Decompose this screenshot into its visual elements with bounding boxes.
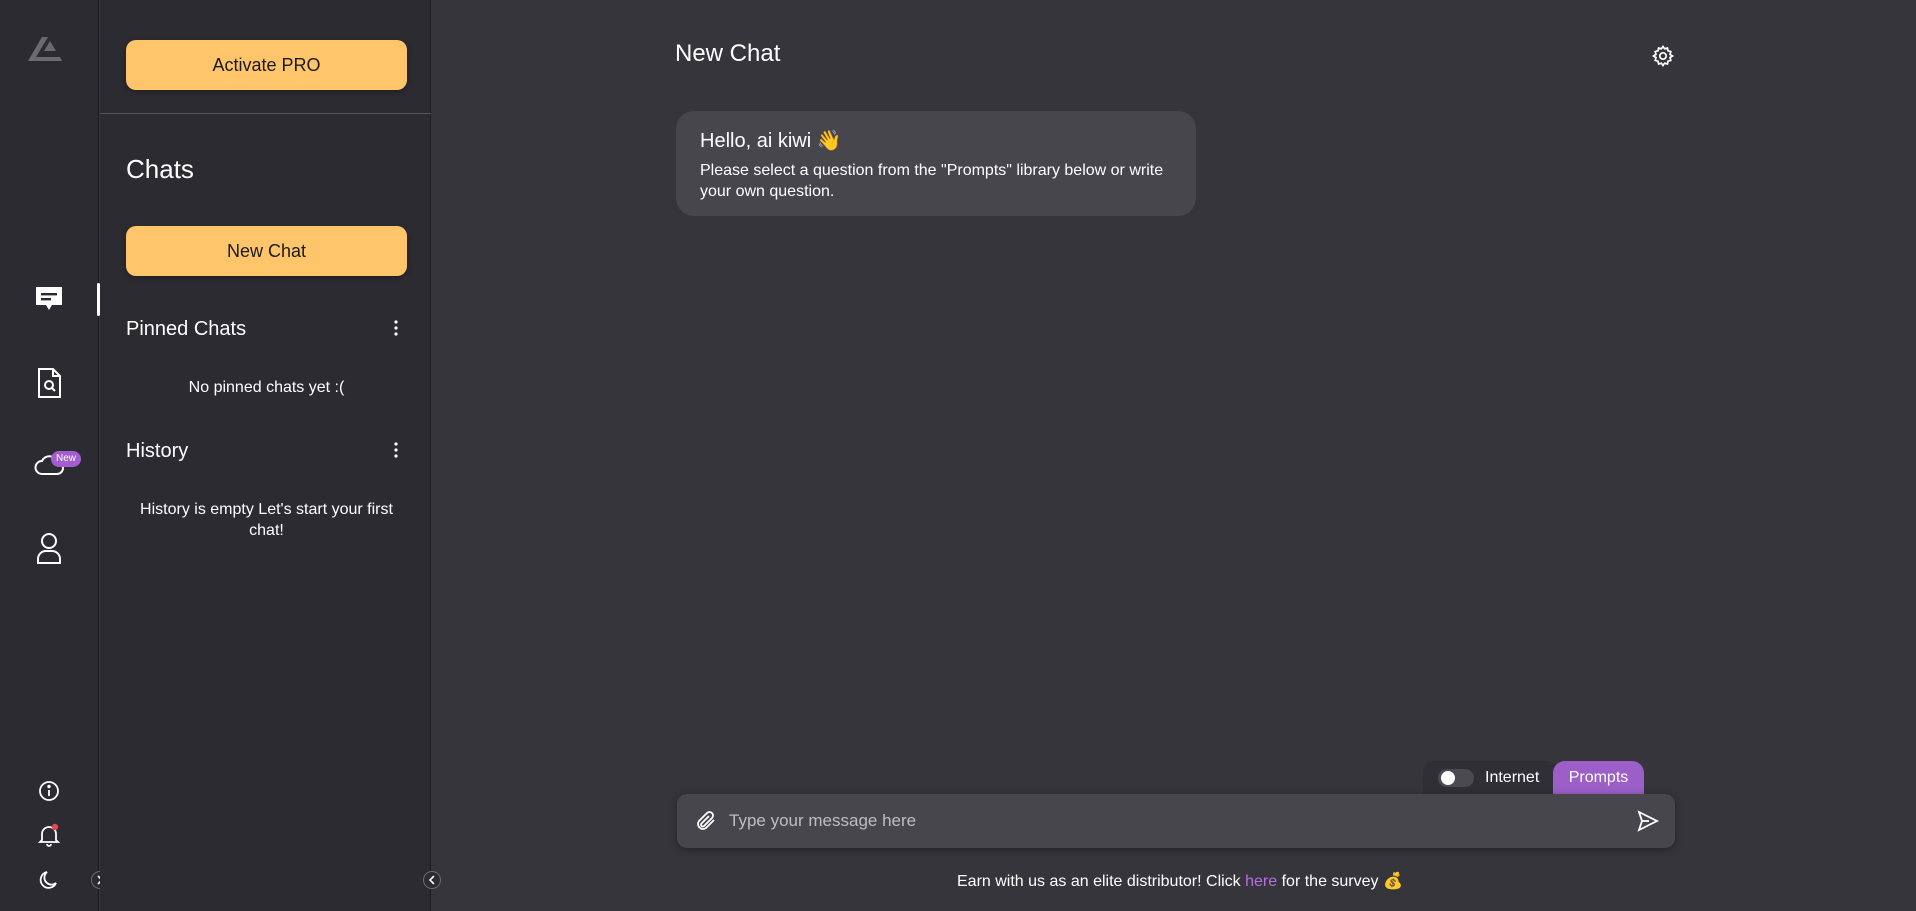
main-panel: New Chat Hello, ai kiwi 👋 Please select … (432, 0, 1916, 911)
pinned-empty-text: No pinned chats yet :( (188, 379, 345, 396)
footer-text-after: for the survey 💰 (1277, 873, 1403, 890)
sidebar-divider (100, 113, 431, 114)
history-empty-text: History is empty Let's start your first … (140, 501, 393, 539)
send-icon[interactable] (1636, 809, 1660, 833)
icon-rail: New (0, 0, 109, 911)
new-chat-button[interactable]: New Chat (126, 226, 407, 276)
paperclip-icon[interactable] (694, 809, 718, 833)
internet-switch[interactable] (1438, 768, 1474, 787)
page-title: New Chat (675, 40, 781, 67)
survey-link[interactable]: here (1245, 873, 1277, 890)
info-icon[interactable] (32, 774, 66, 808)
app-root: New Activate PRO Chats New Chat Pinned C… (0, 0, 1916, 911)
moon-icon[interactable] (32, 863, 66, 897)
internet-toggle[interactable]: Internet (1423, 761, 1558, 794)
gear-icon[interactable] (1651, 44, 1675, 68)
new-badge: New (51, 451, 82, 467)
greeting-text: Hello, ai kiwi 👋 (700, 130, 842, 152)
welcome-message-text: Please select a question from the "Promp… (700, 162, 1164, 200)
prompts-tab[interactable]: Prompts (1553, 761, 1644, 794)
internet-label: Internet (1485, 768, 1540, 786)
bell-icon[interactable] (32, 818, 66, 852)
message-input[interactable] (729, 804, 1609, 838)
chat-sidebar: Activate PRO Chats New Chat Pinned Chats… (100, 0, 431, 911)
history-title: History (126, 440, 189, 462)
user-icon[interactable] (32, 531, 66, 565)
welcome-message-bubble: Hello, ai kiwi 👋 Please select a questio… (676, 111, 1196, 216)
pinned-chats-title: Pinned Chats (126, 318, 247, 340)
chats-title: Chats (126, 154, 194, 184)
chat-icon[interactable] (32, 282, 66, 316)
history-menu-icon[interactable] (388, 440, 404, 460)
footer-text-before: Earn with us as an elite distributor! Cl… (957, 873, 1246, 890)
logo-icon[interactable] (26, 33, 64, 63)
document-search-icon[interactable] (32, 366, 66, 400)
activate-pro-button[interactable]: Activate PRO (126, 40, 407, 90)
pinned-chats-menu-icon[interactable] (388, 318, 404, 338)
message-input-bar (677, 794, 1675, 848)
